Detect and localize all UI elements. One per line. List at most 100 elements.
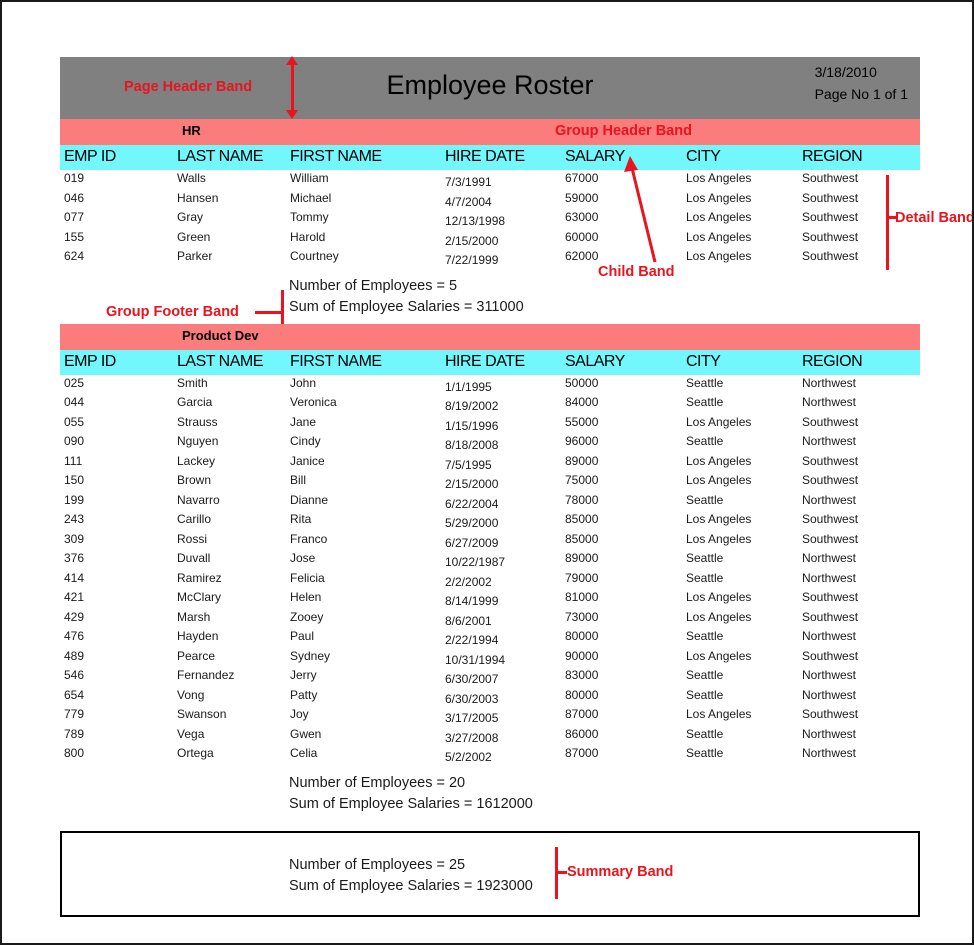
detail-cell-last-name: Smith	[177, 375, 208, 390]
column-header-hire-date: HIRE DATE	[445, 352, 525, 370]
detail-cell-last-name: Pearce	[177, 648, 216, 663]
table-row: 624 Parker Courtney 7/22/1999 62000 Los Angel…	[60, 248, 920, 268]
detail-cell-hire-date: 5/29/2000	[445, 516, 499, 531]
detail-cell-last-name: Walls	[177, 171, 206, 185]
detail-cell-emp-id: 421	[64, 590, 85, 605]
detail-cell-salary: 85000	[565, 512, 599, 527]
column-header-salary: SALARY	[565, 148, 625, 165]
detail-cell-salary: 83000	[565, 668, 599, 683]
page-meta: 3/18/2010 Page No 1 of 1	[815, 62, 908, 105]
annotation-detail-band-bracket	[886, 175, 889, 270]
table-row: 150 Brown Bill 2/15/2000 75000 Los Angeles Sou…	[60, 472, 920, 492]
detail-cell-city: Los Angeles	[686, 414, 752, 429]
column-header-region: REGION	[802, 352, 863, 370]
detail-cell-city: Seattle	[686, 434, 724, 449]
detail-cell-hire-date: 8/14/1999	[445, 594, 499, 609]
detail-cell-last-name: Lackey	[177, 453, 216, 468]
detail-cell-last-name: Hayden	[177, 629, 219, 644]
page-number: Page No 1 of 1	[814, 85, 908, 102]
detail-cell-last-name: Green	[177, 229, 211, 244]
detail-cell-city: Seattle	[686, 687, 724, 702]
detail-cell-salary: 96000	[565, 434, 599, 449]
detail-cell-last-name: Gray	[177, 210, 204, 224]
detail-cell-last-name: Garcia	[177, 395, 213, 410]
detail-cell-salary: 84000	[565, 395, 599, 410]
detail-cell-last-name: Brown	[177, 473, 212, 488]
summary-band-text: Number of Employees = 25 Sum of Employee…	[289, 855, 533, 897]
detail-cell-city: Seattle	[686, 726, 724, 741]
table-row: 199 Navarro Dianne 6/22/2004 78000 Seattle Nor…	[60, 492, 920, 512]
detail-cell-hire-date: 6/30/2007	[445, 672, 499, 687]
detail-cell-region: Southwest	[802, 473, 859, 488]
detail-cell-hire-date: 1/1/1995	[445, 379, 492, 394]
annotation-group-footer-bracket	[281, 290, 284, 324]
detail-cell-region: Southwest	[802, 171, 859, 185]
detail-cell-city: Seattle	[686, 395, 724, 410]
column-header-first-name: FIRST NAME	[290, 148, 382, 165]
detail-cell-salary: 73000	[565, 609, 599, 624]
detail-cell-salary: 63000	[565, 210, 599, 224]
detail-cell-city: Los Angeles	[686, 229, 752, 244]
detail-cell-first-name: Celia	[290, 746, 318, 761]
detail-cell-city: Seattle	[686, 629, 724, 644]
table-row: 090 Nguyen Cindy 8/18/2008 96000 Seattle North…	[60, 433, 920, 453]
detail-cell-region: Northwest	[802, 375, 857, 390]
detail-cell-region: Northwest	[802, 726, 857, 741]
detail-cell-first-name: Helen	[290, 590, 322, 605]
detail-cell-first-name: Joy	[290, 707, 309, 722]
detail-band-product-dev: 025 Smith John 1/1/1995 50000 Seattle Northwes…	[60, 375, 920, 765]
detail-cell-first-name: Tommy	[290, 210, 329, 224]
detail-cell-first-name: Harold	[290, 229, 326, 244]
detail-cell-last-name: Rossi	[177, 531, 208, 546]
group-footer-count-product-dev: Number of Employees = 20	[289, 774, 466, 791]
detail-cell-first-name: Jane	[290, 414, 317, 429]
detail-cell-hire-date: 10/31/1994	[445, 652, 506, 667]
group-footer-sum-hr: Sum of Employee Salaries = 311000	[289, 298, 524, 315]
detail-cell-city: Los Angeles	[686, 531, 752, 546]
table-row: 155 Green Harold 2/15/2000 60000 Los Angeles S…	[60, 229, 920, 249]
detail-cell-salary: 87000	[565, 707, 599, 722]
detail-cell-salary: 59000	[565, 190, 599, 205]
detail-cell-region: Northwest	[802, 434, 857, 449]
detail-cell-city: Los Angeles	[686, 707, 752, 722]
column-header-band-product-dev: EMP ID LAST NAME FIRST NAME HIRE DATE SA…	[60, 349, 920, 375]
detail-cell-region: Southwest	[802, 609, 859, 624]
detail-cell-emp-id: 429	[64, 609, 85, 624]
detail-cell-emp-id: 044	[64, 395, 85, 410]
table-row: 046 Hansen Michael 4/7/2004 59000 Los Angeles…	[60, 190, 920, 210]
annotation-detail-band: Detail Band	[895, 210, 974, 226]
detail-cell-salary: 89000	[565, 551, 599, 566]
column-header-last-name: LAST NAME	[177, 148, 263, 165]
detail-cell-last-name: Navarro	[177, 492, 220, 507]
detail-cell-salary: 79000	[565, 570, 599, 585]
detail-cell-last-name: McClary	[177, 590, 221, 605]
detail-cell-hire-date: 8/6/2001	[445, 613, 492, 628]
detail-cell-city: Los Angeles	[686, 512, 752, 527]
detail-cell-region: Southwest	[802, 249, 859, 263]
detail-cell-region: Southwest	[802, 648, 859, 663]
detail-cell-emp-id: 243	[64, 512, 85, 527]
detail-cell-salary: 85000	[565, 531, 599, 546]
group-footer-band-product-dev: Number of Employees = 20 Sum of Employee…	[60, 765, 920, 821]
report-date: 3/18/2010	[814, 64, 877, 80]
detail-cell-city: Seattle	[686, 668, 724, 683]
detail-cell-region: Northwest	[802, 629, 857, 644]
detail-cell-salary: 78000	[565, 492, 599, 507]
detail-cell-region: Northwest	[802, 551, 857, 566]
detail-cell-first-name: Veronica	[290, 395, 337, 410]
detail-cell-hire-date: 2/15/2000	[445, 233, 499, 248]
summary-count: Number of Employees = 25	[289, 856, 466, 873]
detail-cell-region: Southwest	[802, 590, 859, 605]
detail-cell-hire-date: 10/22/1987	[445, 555, 506, 570]
detail-cell-first-name: Sydney	[290, 648, 331, 663]
detail-cell-city: Los Angeles	[686, 453, 752, 468]
annotation-page-header-arrow-down-icon	[286, 110, 298, 119]
detail-cell-emp-id: 489	[64, 648, 85, 663]
summary-sum: Sum of Employee Salaries = 1923000	[289, 877, 533, 894]
detail-cell-region: Northwest	[802, 570, 857, 585]
detail-cell-salary: 80000	[565, 629, 599, 644]
detail-cell-hire-date: 2/15/2000	[445, 477, 499, 492]
table-row: 489 Pearce Sydney 10/31/1994 90000 Los Angele…	[60, 648, 920, 668]
detail-cell-region: Southwest	[802, 512, 859, 527]
detail-cell-salary: 62000	[565, 249, 599, 263]
